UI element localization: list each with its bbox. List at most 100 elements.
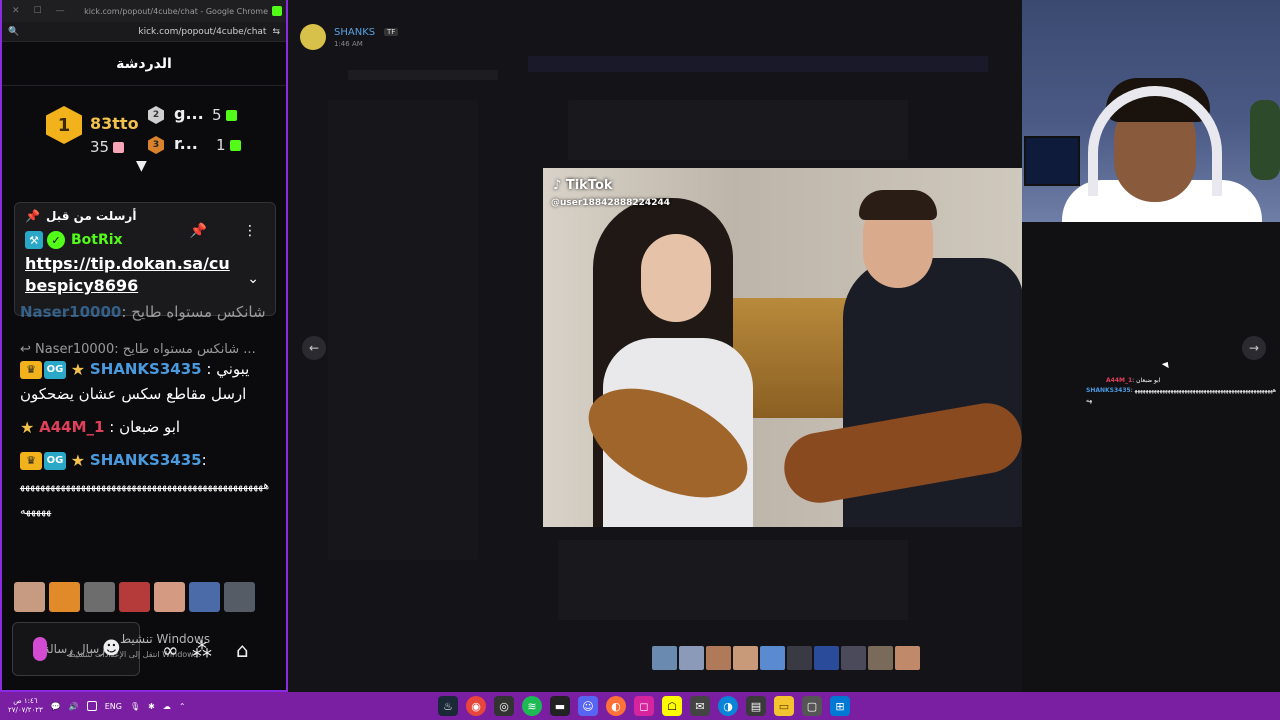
tiktok-video[interactable]: ♪ TikTok @user18842888224244 [543,168,1023,527]
dimmed-message [568,100,908,160]
windows-start-icon[interactable]: ⊞ [830,696,850,716]
leaderboard-toggle-icon[interactable]: ▼ [136,158,147,174]
thumbnail[interactable] [814,646,839,670]
moderator-badge-icon: ⚒ [25,231,43,249]
verified-badge-icon: ✓ [47,231,65,249]
edge-icon[interactable]: ◑ [718,696,738,716]
chrome-titlebar[interactable]: ✕ ☐ — kick.com/popout/4cube/chat - Googl… [2,0,286,22]
discord-icon[interactable]: ☺ [578,696,598,716]
thumbnail[interactable] [841,646,866,670]
spotify-icon[interactable]: ≋ [522,696,542,716]
thumbnail[interactable] [787,646,812,670]
emote[interactable] [224,582,255,612]
clock-date: ٢٧/٠٧/٢٠٢٣ [8,706,43,714]
emote[interactable] [154,582,185,612]
pinned-label: أرسلت من قبل [45,209,137,223]
pinned-message[interactable]: 📌 أرسلت من قبل 📌 ⋮ ⚒ ✓ BotRix https://ti… [14,202,276,316]
stream-chat-overlay: A44M_1: ابو ضبعان SHANKS3435: هههههههههه… [1086,376,1278,406]
message-input[interactable]: ارسال رسالة [12,622,140,676]
next-arrow-icon[interactable]: → [1242,336,1266,360]
store-icon[interactable]: ⌂ [236,638,249,662]
language-indicator[interactable]: ENG [105,702,122,711]
window-title: kick.com/popout/4cube/chat - Google Chro… [84,6,268,16]
gift-leaderboard: 1 83tto 35 2 g... 5 3 r... 1 ▼ [2,86,286,174]
poster-name[interactable]: SHANKS [334,27,375,38]
windows-taskbar: ١:٤٦ ص ٢٧/٠٧/٢٠٢٣ 💬 🔊 ENG 🎙 ✱ ☁ ⌃ ♨ ◉ ◎ … [0,692,1280,720]
show-hidden-icons-icon[interactable]: ⌃ [179,702,186,711]
chat-title: الدردشة [2,42,286,86]
cloud-icon[interactable]: ☁ [163,702,171,711]
thumbnail[interactable] [760,646,785,670]
thumbnail[interactable] [733,646,758,670]
microphone-tray-icon[interactable]: 🎙 [130,702,140,711]
network-icon[interactable] [86,701,97,711]
emote[interactable] [84,582,115,612]
emote[interactable] [49,582,80,612]
message-username[interactable]: SHANKS3435 [90,360,202,378]
emote[interactable] [119,582,150,612]
emote[interactable] [14,582,45,612]
thumbnail[interactable] [868,646,893,670]
webcam-monitor [1024,136,1080,186]
video-person-face [641,234,711,322]
gift-icon [113,142,125,153]
dimmed-sidebar [328,100,478,560]
zoom-icon[interactable]: 🔍 [8,27,19,37]
kick-points-icon[interactable]: ⁂ [192,638,212,662]
mail-icon[interactable]: ✉ [690,696,710,716]
close-window-icon[interactable]: ✕ [12,6,20,16]
pinned-link[interactable]: https://tip.dokan.sa/cubespicy8696 [25,253,235,297]
bluetooth-icon[interactable]: ✱ [148,702,155,711]
infinity-icon[interactable]: ∞ [162,638,179,662]
kick-favicon-icon [272,6,282,16]
snapchat-icon[interactable]: ☖ [662,696,682,716]
poster-avatar[interactable] [300,24,326,50]
chat-message: ★ A44M_1 : ابو ضبعان [20,415,270,440]
chrome-icon[interactable]: ◉ [466,696,486,716]
file-explorer-icon[interactable]: ▭ [774,696,794,716]
emote-bar [14,582,255,612]
thumbnail[interactable] [895,646,920,670]
chevron-down-icon[interactable]: ⌄ [247,271,259,287]
thumbnail[interactable] [652,646,677,670]
clapper-icon[interactable]: ▤ [746,696,766,716]
unpin-icon[interactable]: 📌 [190,223,207,239]
url-bar[interactable]: 🔍 kick.com/popout/4cube/chat ⇆ [2,22,286,42]
message-text: : ابو ضبعان [109,418,181,436]
notification-icon[interactable]: 💬 [51,702,61,711]
rank-3-name[interactable]: r... [174,134,198,153]
discord-window: SHANKS TF 1:46 AM ♪ TikTok @user18842888… [288,0,1023,692]
minimize-window-icon[interactable]: — [56,6,65,16]
volume-icon[interactable]: 🔊 [69,702,79,711]
firefox-icon[interactable]: ◐ [606,696,626,716]
poster-time: 1:46 AM [334,40,363,48]
reply-preview[interactable]: ↩ Naser10000: شانكس مستواه طايح ... [20,332,270,357]
thumbnail[interactable] [706,646,731,670]
rank-2-name[interactable]: g... [174,104,204,123]
emote[interactable] [189,582,220,612]
maximize-window-icon[interactable]: ☐ [34,6,42,16]
site-settings-icon[interactable]: ⇆ [272,27,280,37]
pinned-apps: ♨ ◉ ◎ ≋ ▬ ☺ ◐ ◻ ☖ ✉ ◑ ▤ ▭ ▢ ⊞ [438,696,850,716]
overlay-text: : ابو ضبعان [1132,377,1161,384]
steam-icon[interactable]: ♨ [438,696,458,716]
instagram-icon[interactable]: ◻ [634,696,654,716]
dimmed-message [558,540,908,620]
app-window-icon[interactable]: ▢ [802,696,822,716]
message-username[interactable]: A44M_1 [39,418,104,436]
thumbnail[interactable] [679,646,704,670]
rank-1-name[interactable]: 83tto [90,114,139,133]
clock[interactable]: ١:٤٦ ص ٢٧/٠٧/٢٠٢٣ [8,697,43,715]
previous-arrow-icon[interactable]: ← [302,336,326,360]
more-options-icon[interactable]: ⋮ [243,223,257,239]
terminal-icon[interactable]: ▬ [550,696,570,716]
chat-message: Naser10000: شانكس مستواه طايح [20,300,266,325]
bot-username[interactable]: BotRix [71,232,123,248]
gift-icon [229,140,241,151]
obs-icon[interactable]: ◎ [494,696,514,716]
emoji-icon[interactable]: ☻ [102,638,121,659]
window-controls: ✕ ☐ — [12,6,65,16]
message-username[interactable]: SHANKS3435 [90,451,202,469]
message-username[interactable]: Naser10000 [20,303,121,321]
pin-icon: 📌 [25,209,40,223]
